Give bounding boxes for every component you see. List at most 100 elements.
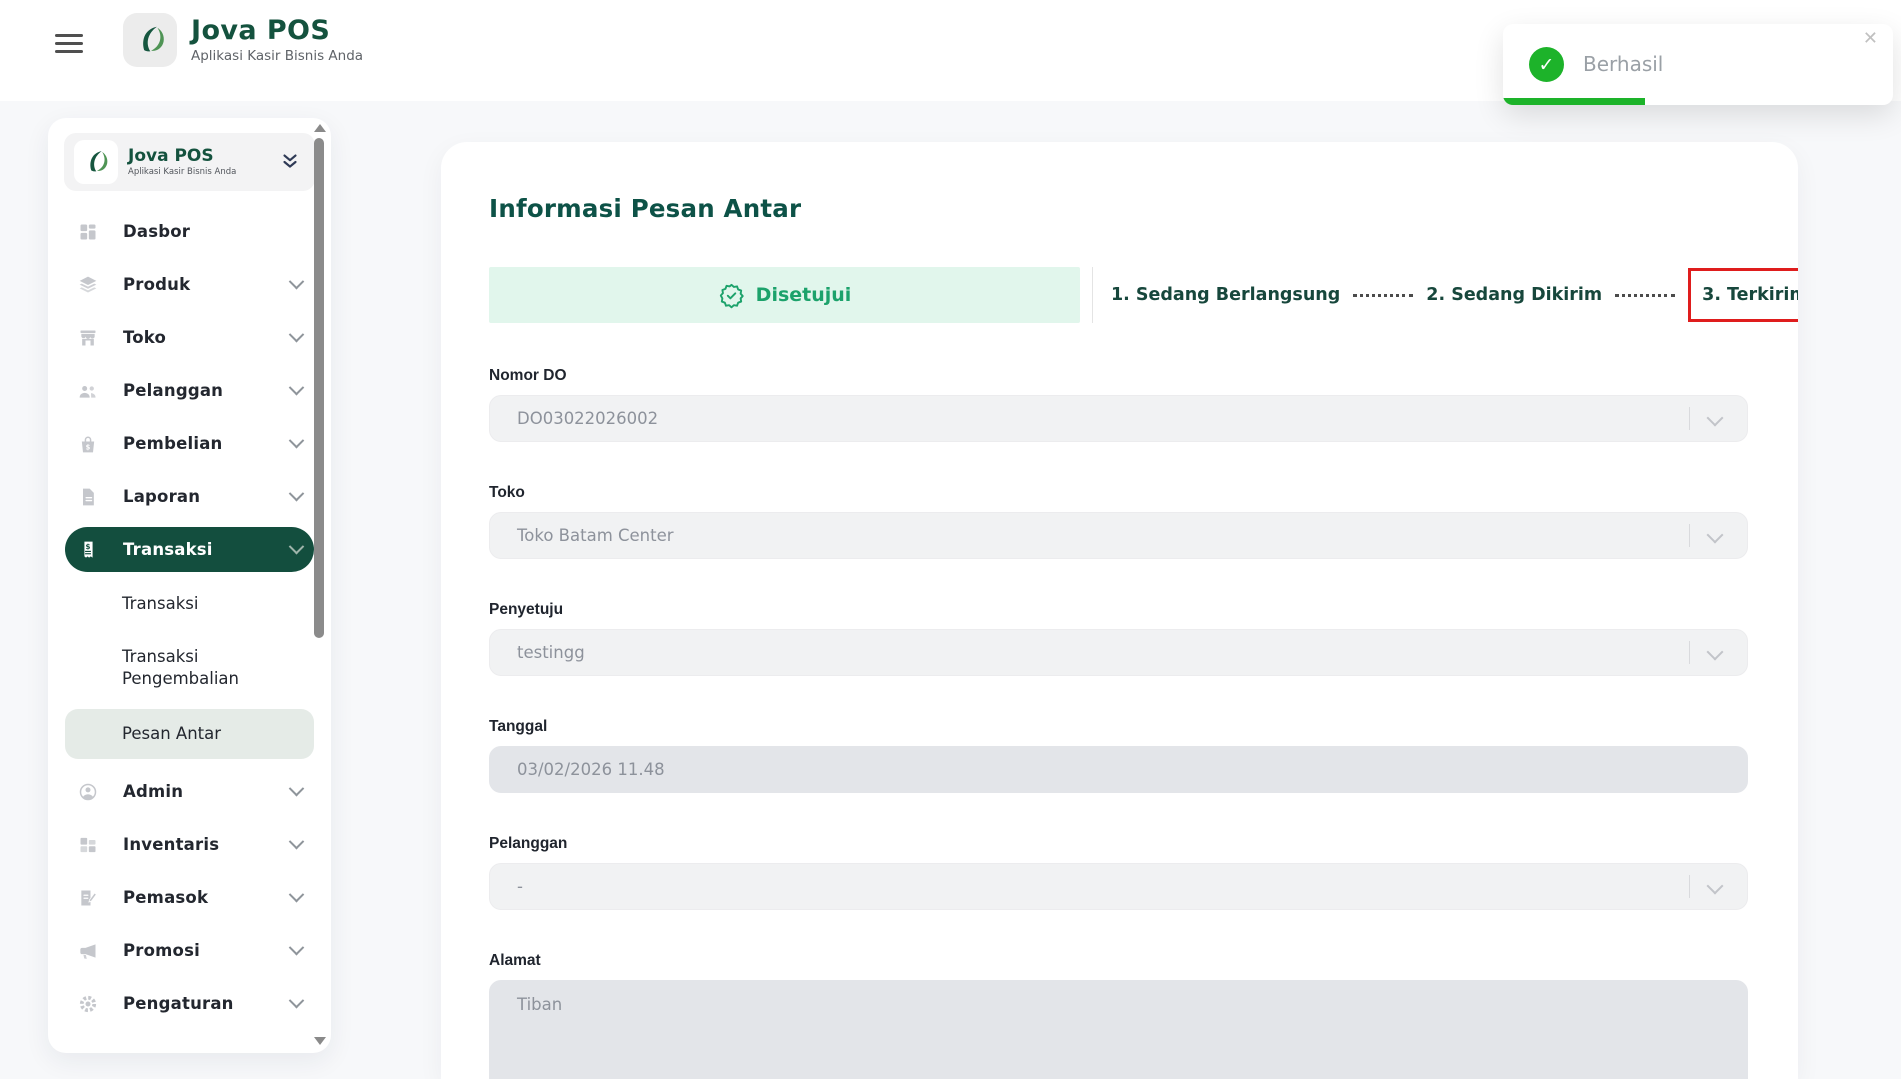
stepper-steps: 1. Sedang Berlangsung 2. Sedang Dikirim … [1111,268,1798,322]
sidebar-item-pelanggan[interactable]: Pelanggan [65,364,314,417]
chevron-down-icon [288,379,305,396]
chevron-down-icon [288,538,305,555]
sidebar-item-promosi[interactable]: Promosi [65,924,314,977]
success-toast: ✓ Berhasil ✕ [1503,24,1893,105]
app-logo[interactable]: Jova POS Aplikasi Kasir Bisnis Anda [123,13,363,67]
product-icon [77,274,99,296]
field-group-nomor-do: Nomor DO DO03022026002 [489,367,1748,442]
brand-tagline: Aplikasi Kasir Bisnis Anda [191,47,364,64]
field-value: Toko Batam Center [517,526,674,545]
toast-progress-bar [1503,98,1645,105]
field-value: testingg [517,643,585,662]
field-value: - [517,877,523,896]
field-label: Penyetuju [489,601,564,618]
select-divider [1689,407,1690,430]
svg-text:$: $ [86,443,91,451]
sidebar-item-inventaris[interactable]: Inventaris [65,818,314,871]
field-value: 03/02/2026 11.48 [517,760,665,779]
leaf-logo-icon [74,140,118,184]
toast-close-icon[interactable]: ✕ [1863,30,1878,48]
sidebar-item-label: Laporan [123,487,201,506]
admin-icon [77,781,99,803]
sidebar-brand-tagline: Aplikasi Kasir Bisnis Anda [128,166,237,177]
status-disetujui: Disetujui [489,267,1080,323]
sidebar-item-label: Inventaris [123,835,220,854]
success-check-icon: ✓ [1529,47,1564,82]
chevron-down-icon [288,326,305,343]
hamburger-menu-icon[interactable] [55,34,83,58]
scroll-down-arrow-icon[interactable] [314,1037,326,1045]
penyetuju-select[interactable]: testingg [489,629,1748,676]
annotation-red-box: 3. Terkirim [1688,268,1798,322]
sidebar-item-label: Admin [123,782,184,801]
customers-icon [77,380,99,402]
submenu-item-pesan-antar[interactable]: Pesan Antar [65,709,314,759]
sidebar-item-pembelian[interactable]: $ Pembelian [65,417,314,470]
dotted-connector [1615,293,1676,297]
dotted-connector [1353,293,1414,297]
field-group-pelanggan: Pelanggan - [489,835,1748,910]
field-group-toko: Toko Toko Batam Center [489,484,1748,559]
field-value: Tiban [517,995,563,1014]
sidebar-item-label: Produk [123,275,191,294]
field-value: DO03022026002 [517,409,659,428]
sidebar-item-label: Toko [123,328,167,347]
purchase-icon: $ [77,433,99,455]
sidebar-item-laporan[interactable]: Laporan [65,470,314,523]
brand-name: Jova POS [191,15,331,47]
select-divider [1689,524,1690,547]
submenu-item-label: Transaksi Pengembalian [122,646,239,688]
chevron-down-icon [288,939,305,956]
sidebar-item-pemasok[interactable]: Pemasok [65,871,314,924]
sidebar-item-label: Promosi [123,941,200,960]
chevron-down-icon [288,432,305,449]
chevron-down-icon [1706,409,1724,427]
supplier-icon [77,887,99,909]
select-divider [1689,641,1690,664]
sidebar-item-label: Pemasok [123,888,209,907]
field-label: Pelanggan [489,835,568,852]
sidebar-item-transaksi[interactable]: $ Transaksi [65,527,314,572]
dashboard-icon [77,221,99,243]
status-label: Disetujui [755,284,852,306]
submenu-item-transaksi-pengembalian[interactable]: Transaksi Pengembalian [65,633,314,703]
status-stepper: Disetujui 1. Sedang Berlangsung 2. Sedan… [489,267,1798,323]
toko-select[interactable]: Toko Batam Center [489,512,1748,559]
chevron-down-icon [1706,526,1724,544]
scroll-up-arrow-icon[interactable] [314,124,326,132]
field-group-penyetuju: Penyetuju testingg [489,601,1748,676]
sidebar: Jova POS Aplikasi Kasir Bisnis Anda Dasb… [48,118,331,1053]
sidebar-item-toko[interactable]: Toko [65,311,314,364]
badge-check-icon [718,282,745,309]
alamat-textarea: Tiban [489,980,1748,1079]
report-icon [77,486,99,508]
main-content-card: Informasi Pesan Antar Disetujui 1. Sedan… [441,142,1798,1079]
store-icon [77,327,99,349]
chevron-down-icon [288,273,305,290]
sidebar-logo-card[interactable]: Jova POS Aplikasi Kasir Bisnis Anda [64,133,315,191]
select-divider [1689,875,1690,898]
field-label: Alamat [489,952,541,969]
sidebar-item-produk[interactable]: Produk [65,258,314,311]
submenu-item-label: Pesan Antar [122,723,222,743]
stepper-divider [1092,267,1093,323]
sidebar-item-admin[interactable]: Admin [65,765,314,818]
nomor-do-select[interactable]: DO03022026002 [489,395,1748,442]
sidebar-item-label: Dasbor [123,222,191,241]
double-chevron-down-icon[interactable] [279,151,301,173]
step-sedang-berlangsung: 1. Sedang Berlangsung [1111,285,1341,305]
sidebar-item-pengaturan[interactable]: Pengaturan [65,977,314,1030]
sidebar-scrollbar[interactable] [312,118,328,1053]
sidebar-item-dasbor[interactable]: Dasbor [65,205,314,258]
submenu-item-label: Transaksi [122,594,199,614]
scrollbar-thumb[interactable] [314,138,324,638]
chevron-down-icon [288,886,305,903]
submenu-item-transaksi[interactable]: Transaksi [65,576,314,633]
pelanggan-select[interactable]: - [489,863,1748,910]
sidebar-item-label: Pembelian [123,434,223,453]
chevron-down-icon [288,485,305,502]
pesan-antar-form: Nomor DO DO03022026002 Toko Toko Batam C… [489,367,1748,1079]
tanggal-input: 03/02/2026 11.48 [489,746,1748,793]
sidebar-brand-name: Jova POS [128,146,214,167]
page-title: Informasi Pesan Antar [489,194,802,223]
